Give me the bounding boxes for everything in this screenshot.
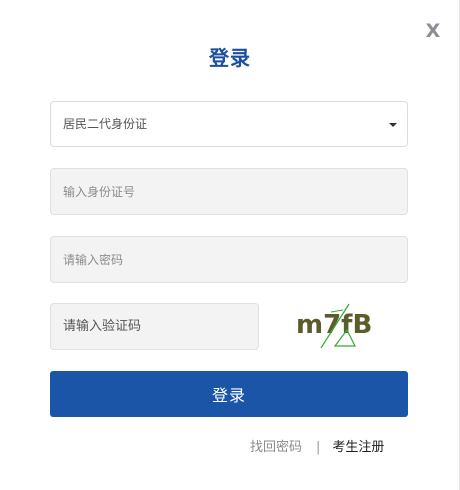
footer-links: 找回密码 | 考生注册 bbox=[250, 438, 384, 458]
register-link[interactable]: 考生注册 bbox=[332, 440, 384, 455]
dialog-title: 登录 bbox=[209, 46, 251, 70]
id-type-select[interactable]: 居民二代身份证 bbox=[50, 101, 408, 147]
password-input[interactable] bbox=[50, 236, 408, 283]
captcha-image[interactable]: m7fB bbox=[291, 300, 387, 350]
forgot-password-link[interactable]: 找回密码 bbox=[250, 440, 302, 455]
captcha-input[interactable] bbox=[50, 303, 259, 350]
login-dialog: X 登录 居民二代身份证 m7fB 登录 找回密码 | 考生注册 bbox=[0, 0, 460, 490]
close-button[interactable]: X bbox=[424, 20, 442, 42]
captcha-text: m7fB bbox=[296, 310, 372, 340]
id-number-input[interactable] bbox=[50, 168, 408, 215]
caret-down-icon bbox=[389, 123, 397, 127]
link-separator: | bbox=[316, 440, 321, 455]
id-type-selected-value: 居民二代身份证 bbox=[63, 117, 148, 131]
login-button[interactable]: 登录 bbox=[50, 371, 408, 417]
